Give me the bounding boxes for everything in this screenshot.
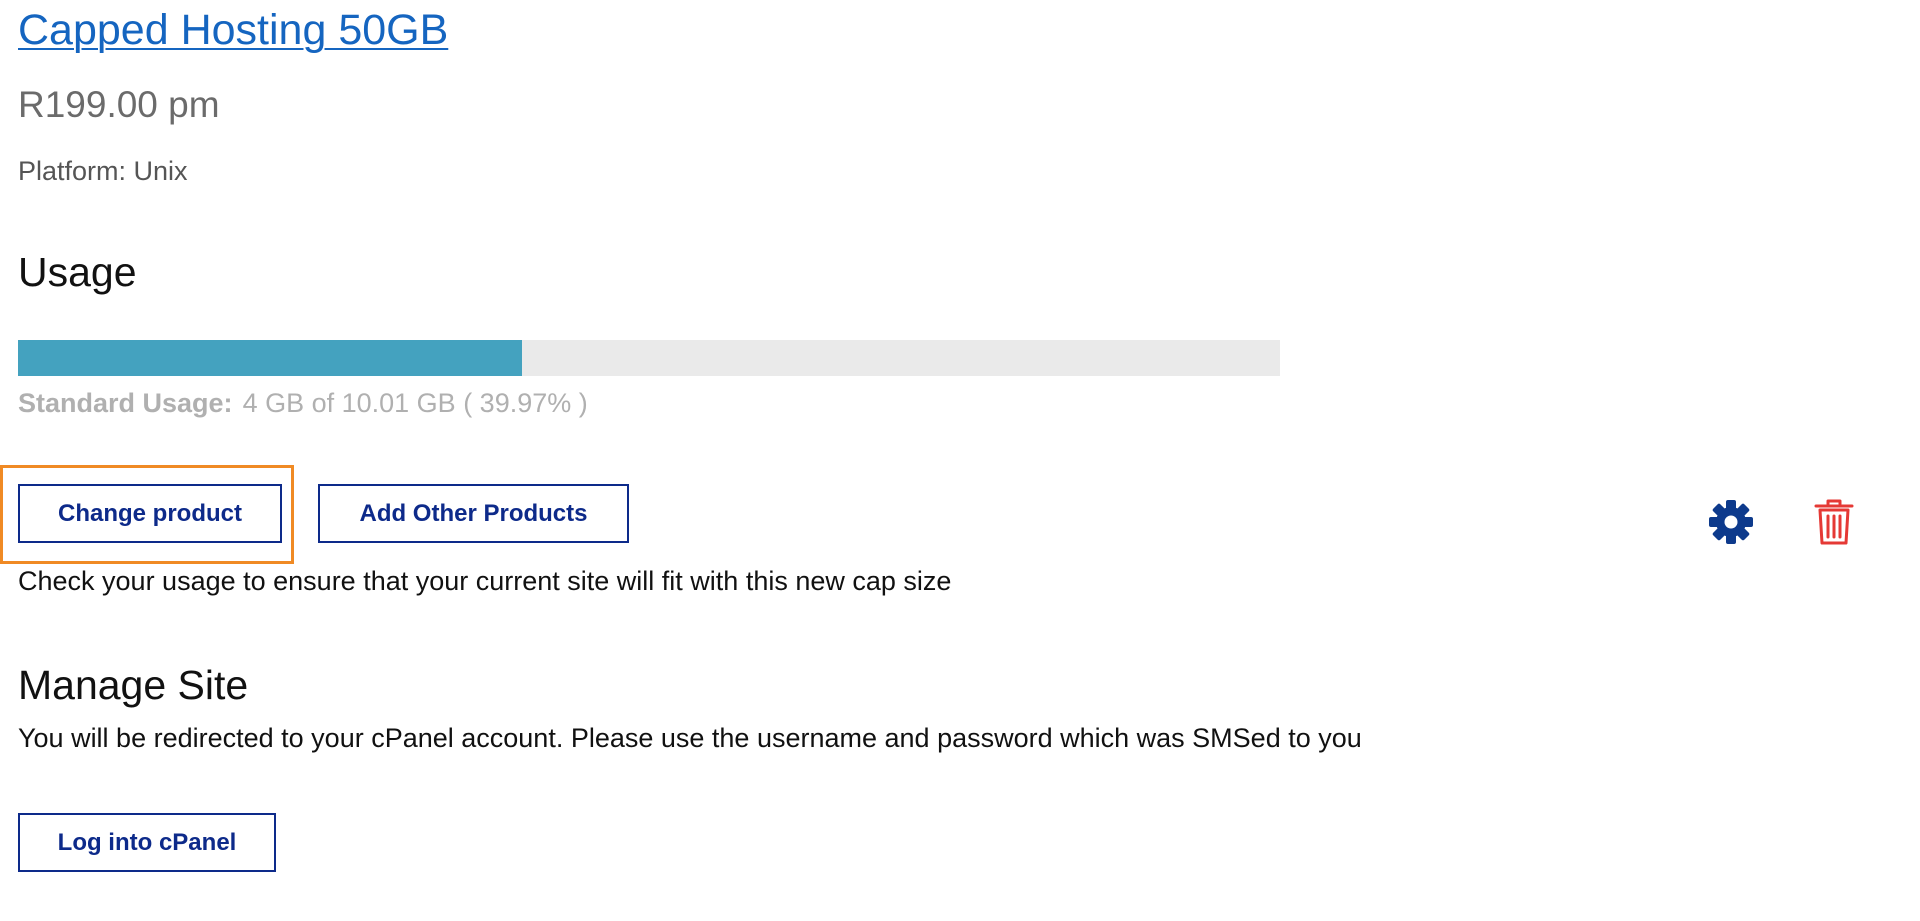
log-into-cpanel-button[interactable]: Log into cPanel <box>18 813 276 872</box>
change-product-button[interactable]: Change product <box>18 484 282 543</box>
manage-site-description: You will be redirected to your cPanel ac… <box>18 723 1362 753</box>
usage-progress-bar <box>18 340 1280 376</box>
usage-progress-fill <box>18 340 523 376</box>
delete-button[interactable] <box>1806 494 1862 550</box>
manage-site-heading: Manage Site <box>18 662 249 708</box>
usage-heading: Usage <box>18 249 137 295</box>
add-other-products-button[interactable]: Add Other Products <box>318 484 629 543</box>
gear-icon <box>1709 500 1753 544</box>
usage-summary: Standard Usage: 4 GB of 10.01 GB ( 39.97%… <box>18 388 588 419</box>
usage-value: 4 GB of 10.01 GB ( 39.97% ) <box>242 388 588 418</box>
usage-label: Standard Usage: <box>18 388 233 418</box>
product-title-link[interactable]: Capped Hosting 50GB <box>18 6 448 55</box>
usage-hint: Check your usage to ensure that your cur… <box>18 566 952 596</box>
product-detail-page: Capped Hosting 50GB R199.00 pm Platform:… <box>0 0 1920 921</box>
product-platform: Platform: Unix <box>18 156 188 186</box>
product-price: R199.00 pm <box>18 84 220 125</box>
trash-icon <box>1814 499 1854 545</box>
settings-button[interactable] <box>1703 494 1759 550</box>
